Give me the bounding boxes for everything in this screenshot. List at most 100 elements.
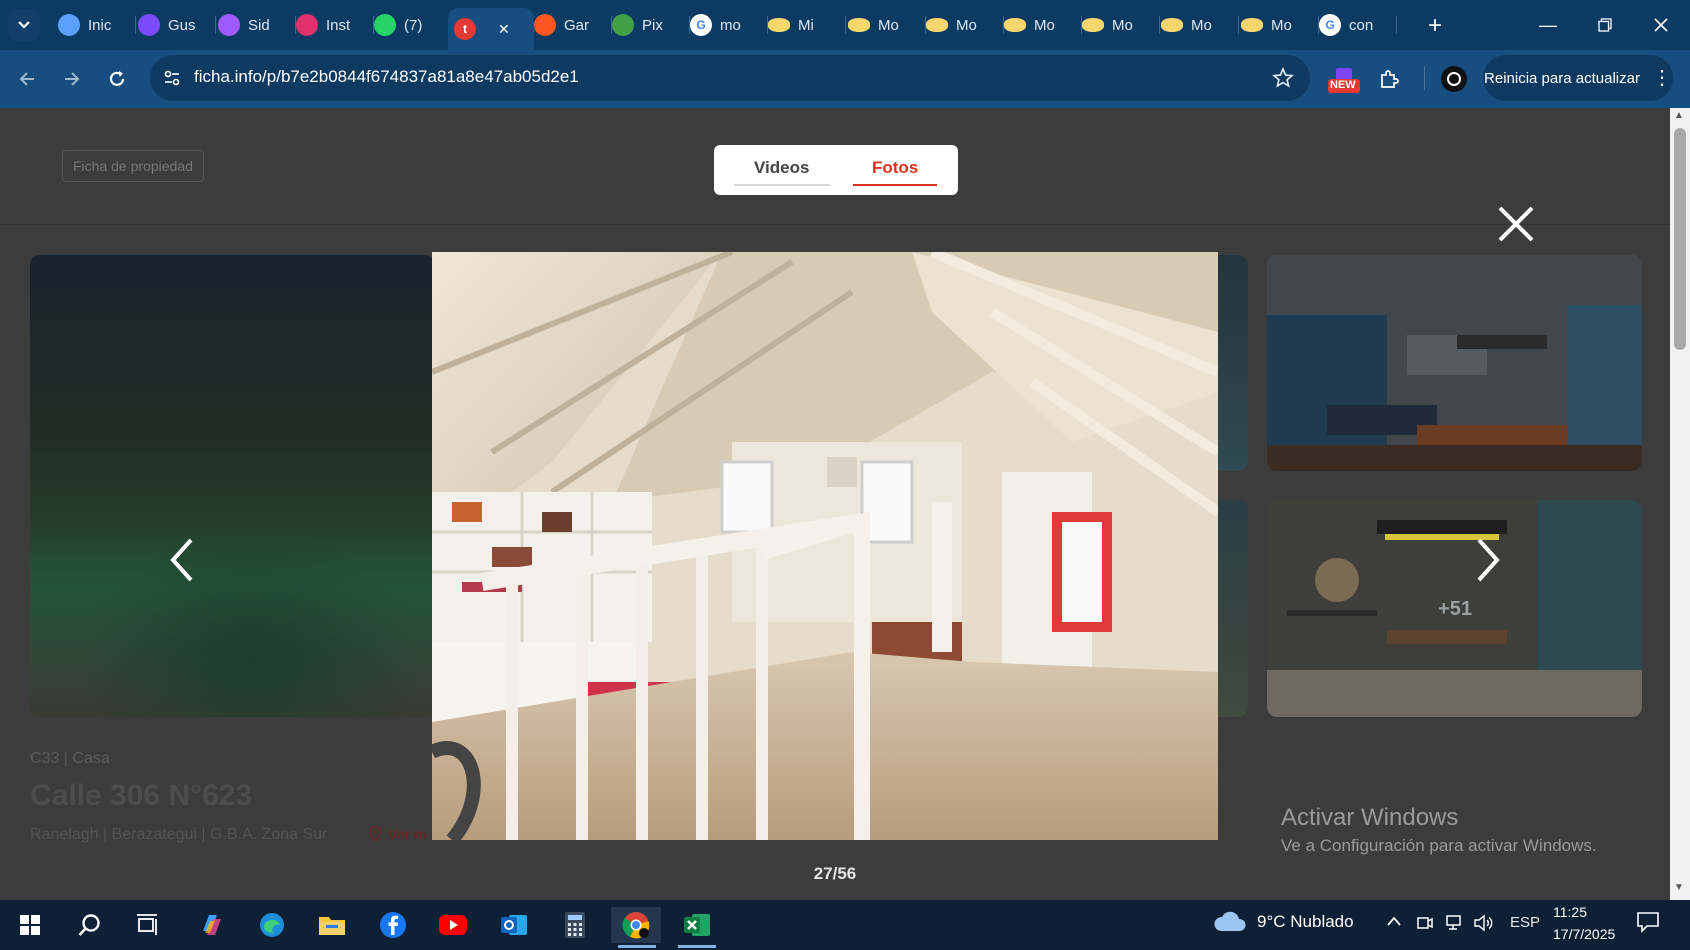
gallery-thumbnail-living[interactable] (1267, 255, 1642, 471)
browser-tab[interactable]: Mo (842, 8, 926, 42)
calculator-icon (565, 912, 585, 938)
facebook-icon (380, 912, 406, 938)
close-icon (1498, 206, 1534, 242)
task-view-icon (137, 914, 157, 935)
browser-tab[interactable]: Mo (1235, 8, 1319, 42)
browser-tab[interactable]: Gcon (1313, 8, 1397, 42)
arrow-left-icon (19, 72, 34, 86)
browser-tab[interactable]: Mo (1155, 8, 1239, 42)
clock-time[interactable]: 11:25 (1553, 904, 1587, 920)
extension-new-button[interactable]: NEW (1326, 62, 1362, 96)
start-button[interactable] (10, 907, 50, 943)
star-icon (1272, 67, 1294, 88)
taskbar-file-explorer[interactable] (312, 907, 352, 943)
tray-language[interactable]: ESP (1510, 914, 1540, 931)
chrome-running-indicator (618, 945, 656, 948)
property-sheet-badge[interactable]: Ficha de propiedad (62, 150, 204, 182)
windows-logo-icon (20, 915, 40, 935)
profile-avatar[interactable] (1441, 66, 1467, 92)
activate-windows-title: Activar Windows (1281, 804, 1459, 831)
instagram-icon (296, 14, 318, 36)
puzzle-icon (1381, 70, 1399, 88)
notification-center-button[interactable] (1636, 911, 1664, 937)
bookmark-button[interactable] (1270, 65, 1296, 91)
browser-tab[interactable]: t ✕ (448, 8, 534, 50)
view-map-link[interactable]: Ver m (368, 826, 426, 842)
minimize-button[interactable]: — (1523, 8, 1573, 42)
next-photo-button[interactable] (1458, 530, 1518, 590)
task-view-button[interactable] (128, 907, 168, 943)
excel-running-indicator (678, 945, 716, 948)
clock-date[interactable]: 17/7/2025 (1553, 926, 1615, 942)
lightbox-photo[interactable] (432, 252, 1218, 840)
gallery-photo-pool[interactable] (30, 255, 434, 717)
extensions-button[interactable] (1374, 64, 1404, 94)
site-info-button[interactable] (160, 66, 184, 90)
url-text[interactable]: ficha.info/p/b7e2b0844f674837a81a8e47ab0… (194, 67, 579, 87)
weather-text: 9°C Nublado (1257, 912, 1354, 931)
tab-videos[interactable]: Videos (754, 158, 809, 178)
forward-button[interactable] (55, 62, 89, 96)
chevron-down-icon (18, 21, 30, 29)
browser-tab[interactable]: Mo (1076, 8, 1160, 42)
previous-photo-button[interactable] (152, 530, 212, 590)
taskbar-outlook[interactable] (494, 907, 534, 943)
taskbar-excel[interactable] (677, 907, 717, 943)
tray-volume-button[interactable] (1473, 914, 1493, 936)
folder-icon (319, 917, 345, 935)
close-window-button[interactable] (1636, 8, 1686, 42)
browser-tab-label: (7) (404, 16, 423, 34)
browser-tab[interactable]: Mo (998, 8, 1082, 42)
browser-tab-label: Mo (1112, 16, 1133, 34)
browser-tab-label: mo (720, 16, 741, 34)
weather-widget[interactable]: 9°C Nublado (1213, 911, 1354, 933)
browser-tab[interactable]: Inst (290, 8, 374, 42)
restore-button[interactable] (1580, 8, 1630, 42)
taskbar-search-button[interactable] (70, 907, 110, 943)
taskbar-copilot[interactable] (191, 907, 231, 943)
close-lightbox-button[interactable] (1490, 198, 1542, 250)
back-button[interactable] (10, 62, 44, 96)
taskbar-chrome[interactable] (611, 907, 661, 943)
photo-counter: 27/56 (813, 864, 857, 883)
more-photos-count: +51 (1438, 597, 1472, 620)
browser-tab[interactable]: Gmo (684, 8, 768, 42)
browser-tab[interactable]: Inic (52, 8, 136, 42)
new-tab-button[interactable]: + (1421, 12, 1449, 40)
browser-tab[interactable]: Mi (762, 8, 846, 42)
taskbar-calculator[interactable] (555, 907, 595, 943)
taskbar-edge[interactable] (252, 907, 292, 943)
sheets-icon (612, 14, 634, 36)
taskbar-youtube[interactable] (433, 907, 473, 943)
browser-tab[interactable]: Sid (212, 8, 296, 42)
tray-overflow-button[interactable] (1386, 914, 1402, 931)
browser-tab[interactable]: (7) (368, 8, 452, 42)
browser-tab[interactable]: Gus (132, 8, 216, 42)
brain-icon (218, 14, 240, 36)
update-browser-button[interactable]: Reinicia para actualizar ⋮ (1483, 55, 1673, 101)
chevron-left-icon (170, 538, 193, 582)
browser-tab[interactable]: Gar (528, 8, 612, 42)
tab-fotos-underline (853, 184, 937, 186)
tab-search-button[interactable] (8, 9, 40, 41)
browser-tab-label: Mo (956, 16, 977, 34)
toolbar-divider (1424, 66, 1425, 90)
minimize-icon: — (1539, 14, 1557, 35)
browser-tab[interactable]: Mo (920, 8, 1004, 42)
scrollbar-thumb[interactable] (1674, 128, 1686, 350)
reload-icon (109, 71, 125, 86)
browser-tab-label: Inic (88, 16, 112, 34)
close-tab-icon[interactable]: ✕ (498, 21, 510, 38)
property-location: Ranelagh | Berazategui | G.B.A. Zona Sur (30, 826, 328, 843)
tray-network-button[interactable] (1443, 914, 1463, 936)
scroll-up-icon[interactable]: ▲ (1674, 110, 1684, 121)
browser-tab[interactable]: Pix (606, 8, 690, 42)
reload-button[interactable] (100, 62, 134, 96)
scroll-down-icon[interactable]: ▼ (1674, 882, 1684, 893)
profile-icon (1447, 72, 1461, 86)
taskbar-facebook[interactable] (373, 907, 413, 943)
tab-fotos[interactable]: Fotos (872, 158, 918, 178)
tray-meet-button[interactable] (1416, 914, 1434, 936)
update-label: Reinicia para actualizar (1484, 69, 1640, 87)
arrow-right-icon (65, 72, 80, 86)
